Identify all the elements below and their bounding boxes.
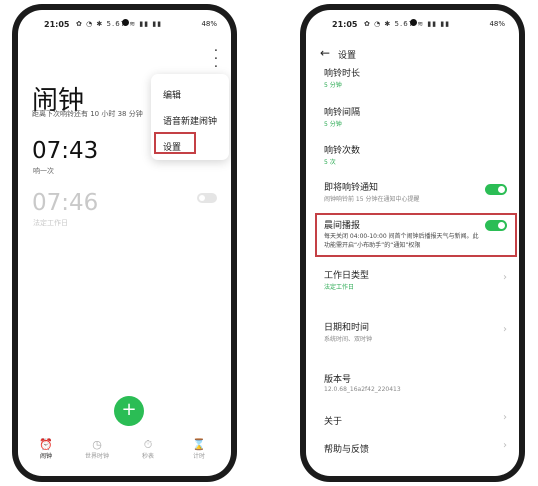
chevron-right-icon: ›: [503, 272, 507, 283]
setting-description: 闹钟响铃前 15 分钟在通知中心提醒: [324, 196, 420, 203]
tab-label: 闹钟: [39, 453, 52, 460]
tab-world-clock[interactable]: ◷ 世界时钟: [77, 438, 117, 460]
highlight-box-settings: [154, 132, 196, 154]
tab-stopwatch[interactable]: ⏱ 秒表: [128, 438, 168, 460]
upcoming-notice-toggle[interactable]: [485, 184, 507, 195]
tab-timer[interactable]: ⌛ 计时: [179, 438, 219, 460]
back-arrow-icon[interactable]: ←: [320, 46, 330, 60]
setting-value: 系统时间、双时钟: [324, 336, 373, 343]
alarm-clock-icon: ⏰: [39, 438, 53, 451]
page-title: 设置: [338, 51, 357, 61]
setting-title: 即将响铃通知: [324, 183, 379, 193]
bottom-tab-bar: ⏰ 闹钟 ◷ 世界时钟 ⏱ 秒表 ⌛ 计时: [18, 438, 231, 468]
setting-title: 帮助与反馈: [324, 445, 370, 455]
highlight-box-morning-broadcast: [315, 213, 517, 257]
alarm-repeat: 响一次: [33, 167, 54, 175]
tab-alarm[interactable]: ⏰ 闹钟: [26, 438, 66, 460]
battery-level: 48%: [489, 20, 505, 28]
menu-item-edit[interactable]: 编辑: [163, 88, 181, 101]
tab-label: 秒表: [141, 453, 154, 460]
battery-level: 48%: [201, 20, 217, 28]
add-alarm-button[interactable]: +: [114, 396, 144, 426]
setting-value: 12.0.68_16a2f42_220413: [324, 386, 401, 393]
chevron-right-icon: ›: [503, 412, 507, 423]
more-options-icon[interactable]: · · ·: [211, 45, 221, 74]
tab-label: 计时: [192, 453, 205, 460]
setting-title: 响铃次数: [324, 146, 361, 156]
status-time: 21:05: [332, 20, 358, 29]
alarm-screen: 21:05 ✿ ◔ ✱ 5.67 ≋ ▮▮ ▮▮ 48% · · · 闹钟 距离下次…: [18, 10, 231, 476]
setting-title: 关于: [324, 417, 343, 427]
setting-value: 5 分钟: [324, 82, 342, 89]
setting-title: 响铃时长: [324, 69, 361, 79]
status-icons: ✿ ◔ ✱ 5.67 ≋ ▮▮ ▮▮: [364, 20, 451, 28]
setting-title: 响铃间隔: [324, 108, 361, 118]
settings-screen: 21:05 ✿ ◔ ✱ 5.67 ≋ ▮▮ ▮▮ 48% ← 设置 响铃时长 5…: [306, 10, 519, 476]
camera-notch: [121, 19, 129, 26]
hourglass-icon: ⌛: [192, 438, 206, 451]
status-icons: ✿ ◔ ✱ 5.67 ≋ ▮▮ ▮▮: [76, 20, 163, 28]
setting-title: 工作日类型: [324, 271, 370, 281]
world-clock-icon: ◷: [92, 438, 102, 451]
menu-item-voice-new-alarm[interactable]: 语音新建闹钟: [163, 114, 217, 127]
next-alarm-countdown: 距离下次响铃还有 10 小时 38 分钟: [32, 110, 143, 118]
setting-value: 法定工作日: [324, 284, 355, 291]
alarm-time: 07:46: [32, 190, 99, 216]
alarm-time: 07:43: [32, 138, 99, 164]
setting-title: 日期和时间: [324, 323, 370, 333]
setting-value: 5 分钟: [324, 121, 342, 128]
setting-title: 版本号: [324, 375, 352, 385]
phone-left: 21:05 ✿ ◔ ✱ 5.67 ≋ ▮▮ ▮▮ 48% · · · 闹钟 距离下次…: [12, 4, 237, 482]
alarm-repeat: 法定工作日: [33, 219, 68, 227]
camera-notch: [409, 19, 417, 26]
chevron-right-icon: ›: [503, 324, 507, 335]
chevron-right-icon: ›: [503, 440, 507, 451]
status-time: 21:05: [44, 20, 70, 29]
phone-right: 21:05 ✿ ◔ ✱ 5.67 ≋ ▮▮ ▮▮ 48% ← 设置 响铃时长 5…: [300, 4, 525, 482]
stopwatch-icon: ⏱: [143, 438, 153, 451]
alarm-toggle[interactable]: [197, 193, 217, 203]
tab-label: 世界时钟: [84, 453, 109, 460]
setting-value: 5 次: [324, 159, 336, 166]
